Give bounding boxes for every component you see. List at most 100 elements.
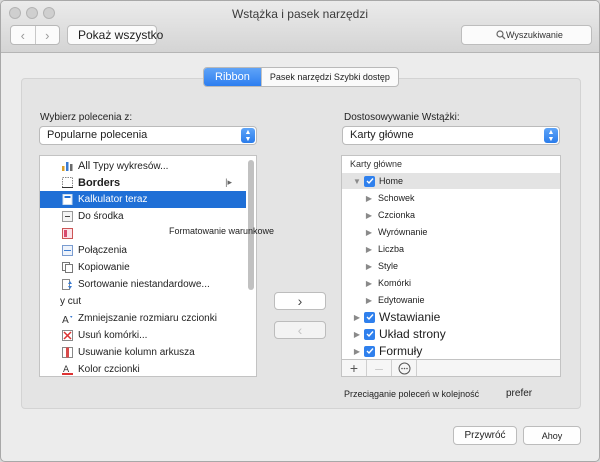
minus-icon: – [375,360,383,376]
tree-item-group[interactable]: ▶ Komórki [364,275,411,291]
disclosure-expanded-icon: ▼ [353,176,361,186]
list-item[interactable]: Borders |▸ [40,174,246,191]
tree-item-label: Edytowanie [378,295,425,305]
list-item-label: Usuń komórki... [78,330,148,341]
borders-icon [62,177,73,188]
tree-item-group[interactable]: ▶ Czcionka [364,207,415,223]
list-item-selected[interactable]: Kalkulator teraz [40,191,246,208]
tree-item-group[interactable]: ▶ Schowek [364,190,415,206]
disclosure-collapsed-icon: ▶ [365,295,373,305]
list-item[interactable]: All Typy wykresów... [40,157,246,174]
disclosure-collapsed-icon: ▶ [353,312,361,322]
commands-list[interactable]: All Typy wykresów... Borders |▸ Kalkulat… [39,155,257,377]
list-item[interactable]: Usuń komórki... [40,327,246,344]
list-item[interactable]: Połączenia [40,242,246,259]
tree-item-label: Wyrównanie [378,227,428,237]
select-arrows-icon: ▲ ▼ [544,128,558,143]
tree-item-label: Liczba [378,244,405,254]
tree-toolbar: + – [341,359,561,377]
select-arrows-icon: ▲ ▼ [241,128,255,143]
remove-tab-button[interactable]: – [367,360,392,376]
customize-ribbon-label: Dostosowywanie Wstążki: [344,112,460,123]
back-button[interactable]: ‹ [11,26,35,44]
checkbox-checked-icon[interactable] [364,328,375,340]
drag-hint: Przeciąganie poleceń w kolejność [344,389,480,399]
delete-cells-icon [62,330,73,341]
window-title: Wstążka i pasek narzędzi [231,7,369,21]
tree-item-insert[interactable]: ▶ Wstawianie [352,309,440,325]
more-options-button[interactable] [392,360,417,376]
show-all-button[interactable]: Pokaż wszystko [67,25,163,45]
font-size-decrease-icon: A [62,315,73,324]
tree-item-home[interactable]: ▼ Home [342,173,560,189]
chevron-left-icon: ‹ [20,27,25,43]
list-item[interactable]: Usuwanie kolumn arkusza [40,344,246,361]
choose-commands-select[interactable]: Popularne polecenia ▲ ▼ [39,126,257,145]
tree-item-page-layout[interactable]: ▶ Układ strony [352,326,446,342]
list-item-label-big: All [78,159,91,172]
drag-hint-extra: prefer [506,388,533,399]
chevron-right-icon: › [45,27,50,43]
checkbox-checked-icon[interactable] [364,175,375,187]
tree-item-label: Formuły [379,344,423,358]
copy-icon [62,262,73,273]
tree-item-group[interactable]: ▶ Liczba [364,241,404,257]
svg-text:A: A [62,315,69,324]
tree-item-label: Wstawianie [379,310,441,324]
ribbon-tabs-tree[interactable]: Karty główne ▼ Home ▶ Schowek ▶ Czcionka ▶… [341,155,561,376]
search-placeholder: Wyszukiwanie [506,30,563,40]
conditional-format-label: Formatowanie warunkowe [169,226,275,236]
list-item[interactable]: Kopiowanie [40,259,246,276]
plus-icon: + [349,360,359,376]
list-scrollbar[interactable] [248,160,254,290]
add-command-button[interactable]: › [274,292,326,310]
tree-item-formulas[interactable]: ▶ Formuły [352,343,422,359]
search-icon [496,30,506,40]
calculator-icon [62,194,73,205]
list-item[interactable]: Sortowanie niestandardowe... [40,276,246,293]
disclosure-collapsed-icon: ▶ [365,244,373,254]
disclosure-collapsed-icon: ▶ [365,278,373,288]
checkbox-checked-icon[interactable] [364,311,375,323]
tree-item-group[interactable]: ▶ Wyrównanie [364,224,428,240]
tree-item-label: Czcionka [378,210,416,220]
customize-ribbon-select[interactable]: Karty główne ▲ ▼ [342,126,560,145]
chevron-left-icon: ‹ [297,322,303,338]
disclosure-collapsed-icon: ▶ [353,329,361,339]
disclosure-collapsed-icon: ▶ [365,227,373,237]
checkbox-checked-icon[interactable] [364,345,375,357]
disclosure-collapsed-icon: ▶ [365,193,373,203]
disclosure-collapsed-icon: ▶ [353,346,361,356]
reset-button[interactable]: Przywróć [453,426,517,445]
tree-item-label: Schowek [378,193,415,203]
chevron-right-icon: › [297,293,303,309]
list-item[interactable]: A Kolor czcionki [40,361,246,376]
tree-item-group[interactable]: ▶ Style [364,258,398,274]
search-field[interactable]: Wyszukiwanie [461,25,592,45]
remove-command-button[interactable]: ‹ [274,321,326,339]
forward-button[interactable]: › [34,26,60,44]
list-item[interactable]: y cut [40,293,246,310]
choose-commands-value: Popularne polecenia [47,129,148,141]
tab-quick-access-toolbar[interactable]: Pasek narzędzi Szybki dostęp [260,68,398,86]
tree-item-group[interactable]: ▶ Edytowanie [364,292,425,308]
tab-ribbon[interactable]: Ribbon [204,68,261,86]
list-item-label: Połączenia [78,245,127,256]
list-item[interactable]: Do środka [40,208,246,225]
tree-item-label: Komórki [378,278,412,288]
conditional-format-icon [62,228,73,239]
custom-sort-icon [62,279,72,290]
title-bar: Wstążka i pasek narzędzi ‹ › Pokaż wszys… [1,1,599,53]
ok-button[interactable]: Ahoy [523,426,581,445]
list-item[interactable]: A Zmniejszanie rozmiaru czcionki [40,310,246,327]
tab-bar: Ribbon Pasek narzędzi Szybki dostęp [203,67,399,87]
ellipsis-circle-icon [398,362,410,374]
font-color-icon: A [62,365,73,375]
bar-chart-icon [62,162,73,171]
delete-columns-icon [62,347,73,358]
list-item-label: Borders [78,176,121,189]
add-tab-button[interactable]: + [342,360,367,376]
customize-ribbon-value: Karty główne [350,129,414,141]
tree-item-label: Style [378,261,399,271]
tree-item-label: Home [379,176,404,186]
